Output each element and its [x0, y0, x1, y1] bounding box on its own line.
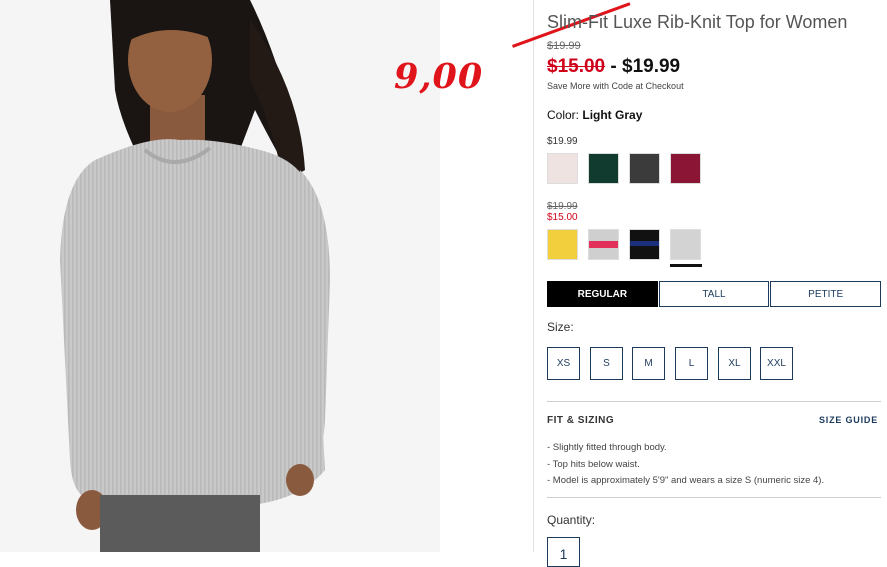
- swatch-dark-green[interactable]: [588, 153, 619, 184]
- sale-price: $15.00: [547, 56, 606, 77]
- swatch-gray-pink-stripe[interactable]: [588, 229, 619, 260]
- color-label-row: Color: Light Gray: [547, 108, 642, 122]
- product-title: Slim-Fit Luxe Rib-Knit Top for Women: [547, 12, 848, 32]
- section-divider: [547, 497, 881, 498]
- swatch-pale-pink[interactable]: [547, 153, 578, 184]
- swatch-group-1-price: $19.99: [547, 136, 578, 147]
- quantity-select[interactable]: 1: [547, 537, 580, 567]
- tab-tall[interactable]: TALL: [658, 281, 770, 307]
- section-divider: [547, 401, 881, 402]
- tab-petite[interactable]: PETITE: [770, 281, 882, 307]
- list-item: - Top hits below waist.: [547, 458, 640, 470]
- size-option-s[interactable]: S: [590, 347, 623, 380]
- price-row: $15.00 - $19.99: [547, 56, 680, 78]
- size-option-l[interactable]: L: [675, 347, 708, 380]
- selected-color-name: Light Gray: [582, 108, 643, 122]
- tab-regular[interactable]: REGULAR: [547, 281, 658, 307]
- original-price: $19.99: [547, 40, 581, 52]
- promo-text: Save More with Code at Checkout: [547, 81, 684, 91]
- swatch-group-2-sale-price: $15.00: [547, 212, 578, 223]
- fit-details-list: - Slightly fitted through body. - Top hi…: [547, 440, 824, 490]
- size-label: Size:: [547, 320, 574, 334]
- size-guide-link[interactable]: SIZE GUIDE: [819, 415, 878, 425]
- fit-sizing-heading: FIT & SIZING: [547, 415, 615, 426]
- swatch-black-navy-stripe[interactable]: [629, 229, 660, 260]
- color-label: Color:: [547, 108, 580, 122]
- panel-divider: [533, 0, 534, 552]
- quantity-label: Quantity:: [547, 513, 596, 527]
- list-item: - Slightly fitted through body.: [547, 442, 667, 453]
- selected-swatch-indicator: [670, 264, 702, 267]
- swatch-charcoal[interactable]: [629, 153, 660, 184]
- product-photo: [0, 0, 440, 552]
- size-option-xxl[interactable]: XXL: [760, 347, 793, 380]
- handwritten-price-annotation: 9,00: [394, 56, 484, 97]
- model-wearing-top-image: [0, 0, 440, 552]
- list-item: - Model is approximately 5'9" and wears …: [547, 475, 825, 486]
- regular-price: $19.99: [622, 56, 681, 77]
- swatch-group-2-original-price: $19.99: [547, 201, 578, 212]
- swatch-light-gray[interactable]: [670, 229, 701, 260]
- fit-tabs: REGULAR TALL PETITE: [547, 281, 882, 307]
- price-separator: -: [610, 56, 617, 77]
- size-option-xl[interactable]: XL: [718, 347, 751, 380]
- size-option-xs[interactable]: XS: [547, 347, 580, 380]
- swatch-burgundy[interactable]: [670, 153, 701, 184]
- size-option-m[interactable]: M: [632, 347, 665, 380]
- swatch-yellow[interactable]: [547, 229, 578, 260]
